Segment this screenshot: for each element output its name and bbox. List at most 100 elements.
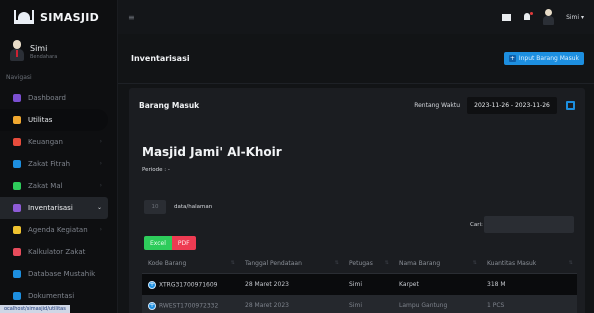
- sidebar-item-agenda-kegiatan[interactable]: Agenda Kegiatan ›: [0, 219, 117, 241]
- user-menu-label: Simi: [566, 13, 580, 21]
- sidebar-item-label: Zakat Mal: [28, 182, 63, 190]
- sort-icon: ⇅: [384, 259, 389, 266]
- column-header-label: Kuantitas Masuk: [487, 259, 537, 267]
- periode-label: Periode : -: [142, 167, 170, 173]
- plus-icon: +: [508, 55, 516, 62]
- card-header: Barang Masuk Rentang Waktu 2023-11-26 - …: [129, 88, 585, 122]
- sidebar-item-label: Zakat Fitrah: [28, 160, 71, 168]
- status-bar-url: ocalhost/simasjid/utilitas: [0, 305, 70, 313]
- sort-icon: ⇅: [568, 259, 573, 266]
- chevron-down-icon: ⌄: [96, 204, 102, 211]
- column-header-label: Petugas: [349, 259, 373, 267]
- wallet-icon: [13, 138, 21, 146]
- avatar[interactable]: [543, 9, 555, 25]
- cell-kode-barang: + RWEST1700972332: [142, 301, 239, 310]
- barang-masuk-card: Barang Masuk Rentang Waktu 2023-11-26 - …: [129, 88, 585, 313]
- dashboard-icon: [13, 94, 21, 102]
- archive-icon: [13, 204, 21, 212]
- sidebar-item-label: Kalkulator Zakat: [28, 248, 86, 256]
- page-length-label: data/halaman: [174, 204, 213, 210]
- search-input[interactable]: [484, 216, 574, 233]
- bell-icon[interactable]: [523, 11, 534, 22]
- cell-nama-barang: Lampu Gantung: [399, 302, 448, 309]
- expand-row-icon[interactable]: +: [148, 280, 156, 289]
- sidebar-item-zakat-fitrah[interactable]: Zakat Fitrah ›: [0, 153, 117, 175]
- calculator-icon: [13, 248, 21, 256]
- topbar-actions: Simi ▾: [502, 9, 594, 25]
- column-header-label: Kode Barang: [148, 259, 187, 267]
- cell-tanggal: 28 Maret 2023: [245, 302, 289, 309]
- column-header-label: Tanggal Pendataan: [245, 259, 302, 267]
- cell-kode-barang-text: RWEST1700972332: [159, 302, 219, 309]
- table-row[interactable]: + XTRG31700971609 28 Maret 2023 Simi Karp…: [142, 274, 577, 295]
- user-icon: [13, 160, 21, 168]
- nav-header: Navigasi: [6, 74, 32, 81]
- sidebar-item-dashboard[interactable]: Dashboard: [0, 87, 117, 109]
- sidebar: SIMASJID Simi Bendahara Navigasi Dashboa…: [0, 0, 118, 313]
- input-button-label: Input Barang Masuk: [518, 55, 579, 62]
- export-buttons: Excel PDF: [144, 236, 196, 250]
- database-icon: [13, 270, 21, 278]
- mail-icon[interactable]: [502, 13, 512, 21]
- column-header-kode-barang[interactable]: Kode Barang ⇅: [142, 253, 239, 274]
- brand-name: SIMASJID: [40, 10, 100, 24]
- table-header-row: Kode Barang ⇅ Tanggal Pendataan ⇅ Petugas ⇅…: [142, 253, 577, 274]
- date-range-input[interactable]: 2023-11-26 - 2023-11-26: [467, 96, 557, 114]
- sidebar-item-label: Inventarisasi: [28, 204, 73, 212]
- sidebar-item-label: Utilitas: [28, 116, 53, 124]
- sidebar-item-dokumentasi[interactable]: Dokumentasi: [0, 285, 117, 307]
- sidebar-item-database-mustahik[interactable]: Database Mustahik: [0, 263, 117, 285]
- app-root: SIMASJID Simi Bendahara Navigasi Dashboa…: [0, 0, 594, 313]
- sidebar-item-label: Dashboard: [28, 94, 66, 102]
- cell-tanggal: 28 Maret 2023: [245, 281, 289, 288]
- chevron-right-icon: ›: [99, 160, 102, 167]
- card-title: Barang Masuk: [139, 100, 200, 110]
- expand-row-icon[interactable]: +: [148, 301, 156, 310]
- column-header-tanggal[interactable]: Tanggal Pendataan ⇅: [239, 253, 343, 274]
- excel-button[interactable]: Excel: [144, 236, 172, 250]
- money-icon: [13, 182, 21, 190]
- sort-icon: ⇅: [472, 259, 477, 266]
- sidebar-item-utilitas[interactable]: Utilitas: [0, 109, 108, 131]
- column-header-nama-barang[interactable]: Nama Barang ⇅: [393, 253, 481, 274]
- mosque-logo-icon: [14, 10, 34, 24]
- chevron-right-icon: ›: [99, 226, 102, 233]
- pdf-button[interactable]: PDF: [171, 236, 196, 250]
- menu-toggle-icon[interactable]: ≡: [128, 13, 135, 22]
- table-row[interactable]: + RWEST1700972332 28 Maret 2023 Simi Lamp…: [142, 295, 577, 313]
- range-label: Rentang Waktu: [414, 101, 460, 109]
- page-length-select[interactable]: 10: [144, 200, 166, 214]
- cell-nama-barang: Karpet: [399, 281, 419, 288]
- chevron-right-icon: ›: [99, 138, 102, 145]
- sort-icon: ⇅: [334, 259, 339, 266]
- avatar: [10, 40, 24, 62]
- sidebar-item-label: Dokumentasi: [28, 292, 75, 300]
- sort-icon: ⇅: [230, 259, 235, 266]
- sidebar-item-inventarisasi[interactable]: Inventarisasi ⌄: [0, 197, 108, 219]
- sidebar-item-kalkulator-zakat[interactable]: Kalkulator Zakat: [0, 241, 117, 263]
- page-length-control: 10 data/halaman: [144, 200, 212, 214]
- cell-petugas: Simi: [349, 302, 362, 309]
- mosque-name: Masjid Jami' Al-Khoir: [142, 145, 282, 159]
- sidebar-item-label: Keuangan: [28, 138, 63, 146]
- cell-kuantitas: 1 PCS: [487, 302, 505, 309]
- sidebar-item-keuangan[interactable]: Keuangan ›: [0, 131, 117, 153]
- page-header: Inventarisasi + Input Barang Masuk: [118, 34, 594, 84]
- expand-icon[interactable]: [566, 100, 575, 110]
- sidebar-item-label: Agenda Kegiatan: [28, 226, 88, 234]
- column-header-petugas[interactable]: Petugas ⇅: [343, 253, 393, 274]
- sidebar-item-zakat-mal[interactable]: Zakat Mal ›: [0, 175, 117, 197]
- page-title: Inventarisasi: [131, 54, 190, 63]
- cell-petugas: Simi: [349, 281, 362, 288]
- column-header-label: Nama Barang: [399, 259, 441, 267]
- user-panel: Simi Bendahara: [0, 34, 117, 68]
- main-content: Inventarisasi + Input Barang Masuk Baran…: [118, 34, 594, 313]
- brand[interactable]: SIMASJID: [0, 0, 117, 34]
- input-barang-masuk-button[interactable]: + Input Barang Masuk: [503, 52, 584, 65]
- user-role: Bendahara: [30, 53, 58, 60]
- user-menu[interactable]: Simi ▾: [566, 14, 584, 21]
- sidebar-item-label: Database Mustahik: [28, 270, 96, 278]
- column-header-kuantitas[interactable]: Kuantitas Masuk ⇅: [481, 253, 577, 274]
- topbar: ≡ Simi ▾: [118, 0, 594, 34]
- document-icon: [13, 292, 21, 300]
